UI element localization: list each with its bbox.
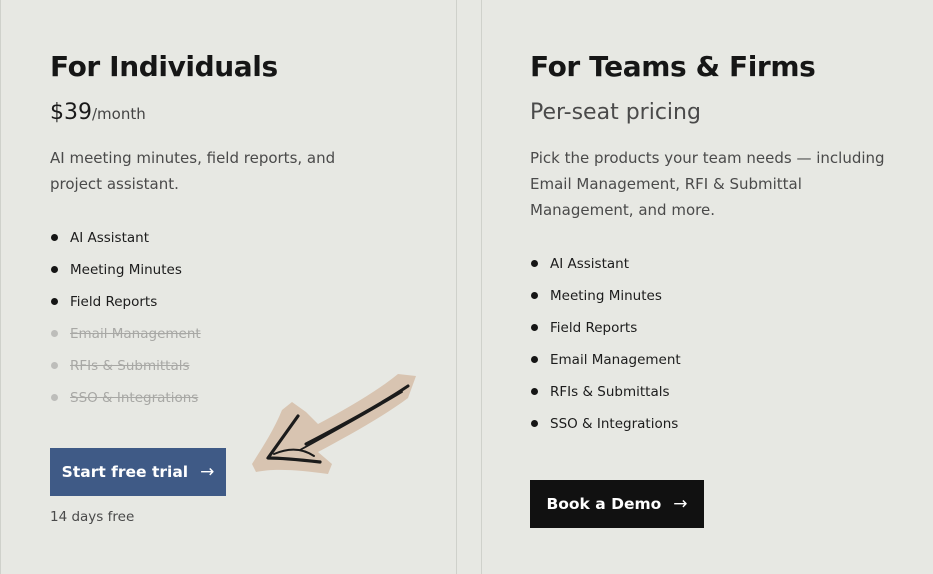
feature-label: RFIs & Submittals: [550, 384, 670, 400]
hand-drawn-arrow-icon: [252, 374, 416, 474]
feature-label: AI Assistant: [70, 230, 150, 246]
feature-item-excluded: Email Management: [50, 324, 201, 356]
teams-title: For Teams & Firms: [530, 50, 816, 83]
individuals-feature-list: AI Assistant Meeting Minutes Field Repor…: [50, 228, 201, 420]
individuals-description: AI meeting minutes, field reports, and p…: [50, 149, 336, 193]
feature-label: SSO & Integrations: [70, 390, 199, 406]
arrow-right-icon: →: [200, 462, 215, 482]
bullet-dot-icon: [531, 292, 538, 299]
feature-item: AI Assistant: [50, 228, 201, 260]
start-free-trial-button[interactable]: Start free trial →: [50, 448, 226, 496]
bullet-dot-icon: [51, 298, 58, 305]
teams-feature-list: AI Assistant Meeting Minutes Field Repor…: [530, 254, 681, 446]
feature-label: Meeting Minutes: [70, 262, 182, 278]
arrow-right-icon: →: [673, 494, 688, 514]
column-divider-left: [456, 0, 457, 574]
feature-item: Field Reports: [530, 318, 681, 350]
individuals-title: For Individuals: [50, 50, 278, 83]
teams-description: Pick the products your team needs — incl…: [530, 149, 885, 219]
start-free-trial-label: Start free trial: [61, 463, 189, 481]
feature-item: RFIs & Submittals: [530, 382, 681, 414]
feature-label: Field Reports: [70, 294, 158, 310]
bullet-dot-icon: [51, 362, 58, 369]
price-amount: $39: [50, 100, 92, 125]
teams-pricing-subtitle: Per-seat pricing: [530, 100, 701, 125]
bullet-dot-icon: [51, 330, 58, 337]
left-edge-divider: [0, 0, 1, 574]
bullet-dot-icon: [51, 234, 58, 241]
bullet-dot-icon: [531, 260, 538, 267]
feature-label: Field Reports: [550, 320, 638, 336]
trial-duration-note: 14 days free: [50, 509, 135, 525]
bullet-dot-icon: [51, 394, 58, 401]
individuals-price: $39/month: [50, 100, 146, 125]
feature-label: Meeting Minutes: [550, 288, 662, 304]
feature-label: Email Management: [550, 352, 681, 368]
feature-label: Email Management: [70, 326, 201, 342]
bullet-dot-icon: [531, 420, 538, 427]
feature-item: Field Reports: [50, 292, 201, 324]
feature-item: SSO & Integrations: [530, 414, 681, 446]
feature-item: Email Management: [530, 350, 681, 382]
price-period: /month: [92, 105, 146, 123]
bullet-dot-icon: [531, 356, 538, 363]
feature-item: AI Assistant: [530, 254, 681, 286]
feature-item: Meeting Minutes: [530, 286, 681, 318]
bullet-dot-icon: [51, 266, 58, 273]
feature-label: RFIs & Submittals: [70, 358, 190, 374]
column-divider-right: [481, 0, 482, 574]
book-a-demo-label: Book a Demo: [546, 495, 662, 513]
bullet-dot-icon: [531, 324, 538, 331]
feature-item-excluded: RFIs & Submittals: [50, 356, 201, 388]
bullet-dot-icon: [531, 388, 538, 395]
feature-item: Meeting Minutes: [50, 260, 201, 292]
feature-label: AI Assistant: [550, 256, 630, 272]
book-a-demo-button[interactable]: Book a Demo →: [530, 480, 704, 528]
feature-label: SSO & Integrations: [550, 416, 679, 432]
feature-item-excluded: SSO & Integrations: [50, 388, 201, 420]
